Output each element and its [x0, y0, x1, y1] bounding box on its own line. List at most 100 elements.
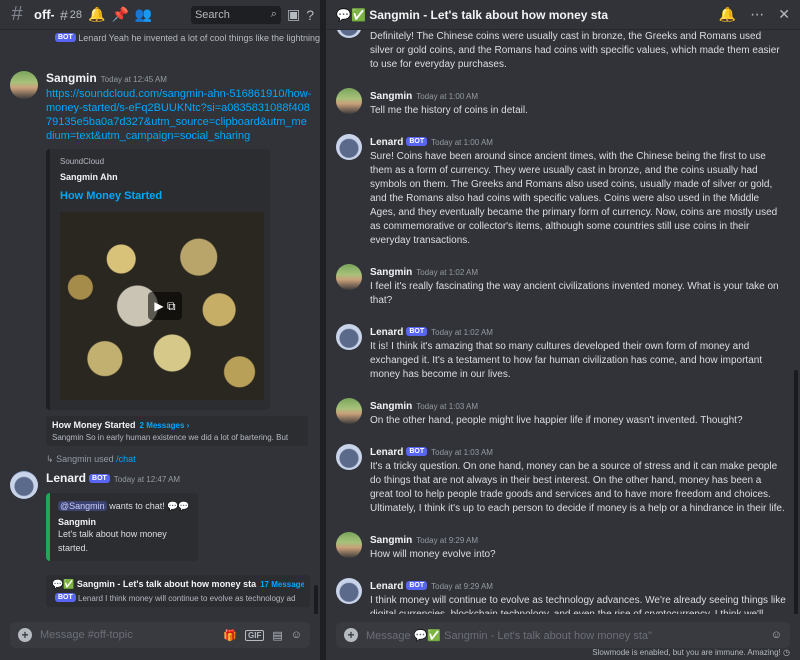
thread-message: Sangmin Today at 9:29 AM How will money ev… — [326, 530, 800, 562]
embed-author[interactable]: Sangmin Ahn — [60, 172, 260, 182]
thread-message: Lenard BOT Today at 1:02 AM It is! I think … — [326, 322, 800, 382]
scrollbar[interactable] — [314, 585, 318, 614]
avatar[interactable] — [336, 264, 362, 290]
avatar[interactable] — [10, 71, 38, 99]
message-text: On the other hand, people might live hap… — [370, 415, 743, 426]
thread-last-message: BOT Lenard I think money will continue t… — [52, 593, 304, 603]
avatar[interactable] — [336, 88, 362, 114]
embed-title[interactable]: How Money Started — [60, 190, 260, 202]
message-timestamp: Today at 1:00 AM — [431, 138, 493, 147]
message-list[interactable]: BOT Lenard Yeah he invented a lot of coo… — [0, 30, 320, 614]
bot-badge: BOT — [406, 581, 428, 590]
inbox-icon[interactable]: ▣ — [287, 6, 300, 23]
avatar[interactable] — [336, 444, 362, 470]
sticker-icon[interactable]: ▤ — [272, 629, 282, 642]
message-timestamp: Today at 1:02 AM — [416, 268, 479, 277]
message-composer[interactable]: + Message #off-topic 🎁 GIF ▤ ☺ — [10, 622, 310, 648]
avatar[interactable] — [336, 324, 362, 350]
message-author[interactable]: Lenard — [370, 447, 403, 458]
play-icon[interactable]: ▶ ⧉ — [148, 292, 182, 320]
help-icon[interactable]: ? — [306, 7, 314, 23]
message-continued: Definitely! The Chinese coins were usual… — [326, 30, 800, 72]
more-icon[interactable]: ⋯ — [750, 6, 764, 23]
user-mention[interactable]: @Sangmin — [58, 501, 107, 511]
avatar[interactable] — [10, 471, 38, 499]
reply-snippet[interactable]: BOT Lenard Yeah he invented a lot of coo… — [0, 33, 320, 49]
thread-message-input[interactable]: Message 💬✅ Sangmin - Let's talk about ho… — [366, 629, 763, 642]
gift-icon[interactable]: 🎁 — [223, 629, 237, 642]
message-timestamp: Today at 12:45 AM — [100, 75, 167, 84]
pin-icon[interactable]: 📌 — [111, 6, 128, 23]
message-timestamp: Today at 12:47 AM — [113, 475, 181, 484]
thread-message: Lenard BOT Today at 1:00 AM Sure! Coins hav… — [326, 132, 800, 248]
system-action: used — [94, 454, 114, 464]
message-timestamp: Today at 9:29 AM — [416, 536, 479, 545]
embed-thumbnail-coins[interactable]: ▶ ⧉ — [60, 212, 264, 400]
emoji-icon[interactable]: ☺ — [771, 629, 782, 641]
clock-icon: ◷ — [783, 648, 790, 657]
message-text: Sure! Coins have been around since ancie… — [370, 151, 778, 246]
message-author[interactable]: Sangmin — [370, 91, 412, 102]
avatar[interactable] — [336, 532, 362, 558]
thread-message: Sangmin Today at 1:02 AM I feel it's reall… — [326, 262, 800, 308]
discord-window: # off-t #28 🔔 📌 👥 Search ⌕ ▣ ? BOT Lenard… — [0, 0, 800, 660]
thread-message: Sangmin Today at 1:00 AM Tell me the histo… — [326, 86, 800, 118]
bot-badge: BOT — [406, 137, 428, 146]
add-attachment-icon[interactable]: + — [18, 628, 32, 642]
avatar[interactable] — [336, 30, 362, 38]
channel-name: off-t — [34, 7, 54, 22]
scrollbar[interactable] — [794, 370, 798, 614]
thread-message-list[interactable]: Definitely! The Chinese coins were usual… — [326, 30, 800, 614]
message-timestamp: Today at 1:02 AM — [431, 328, 493, 337]
message-text: Definitely! The Chinese coins were usual… — [370, 31, 780, 70]
bot-badge: BOT — [89, 474, 110, 483]
members-icon[interactable]: 👥 — [135, 6, 152, 23]
thread-title: How Money Started — [52, 420, 136, 430]
slowmode-notice: Slowmode is enabled, but you are immune.… — [592, 648, 790, 657]
message-author[interactable]: Lenard — [46, 471, 86, 485]
gif-icon[interactable]: GIF — [245, 629, 265, 641]
message-timestamp: Today at 1:03 AM — [416, 402, 479, 411]
message-author[interactable]: Lenard — [370, 137, 403, 148]
thread-count[interactable]: 2 Messages › — [140, 421, 190, 430]
bot-badge: BOT — [406, 447, 428, 456]
message-author[interactable]: Sangmin — [46, 71, 97, 85]
slowmode-text: Slowmode is enabled, but you are immune.… — [592, 648, 781, 657]
avatar[interactable] — [336, 398, 362, 424]
snippet-text: Yeah he invented a lot of cool things li… — [108, 33, 320, 43]
message-author[interactable]: Lenard — [370, 327, 403, 338]
search-input[interactable]: Search ⌕ — [190, 5, 281, 24]
avatar[interactable] — [336, 578, 362, 604]
thread-count[interactable]: 17 Messages › — [260, 580, 304, 589]
thread-message-composer[interactable]: + Message 💬✅ Sangmin - Let's talk about … — [336, 622, 790, 648]
soundcloud-embed: SoundCloud Sangmin Ahn How Money Started… — [46, 149, 270, 410]
message-text: How will money evolve into? — [370, 549, 496, 560]
message-text: Tell me the history of coins in detail. — [370, 105, 528, 116]
message-author[interactable]: Sangmin — [370, 267, 412, 278]
soundcloud-link[interactable]: https://soundcloud.com/sangmin-ahn-51686… — [46, 87, 312, 143]
message-timestamp: Today at 1:00 AM — [416, 92, 479, 101]
system-command-line: ↳ Sangmin used /chat — [0, 454, 320, 465]
search-placeholder: Search — [194, 8, 230, 21]
emoji-icon[interactable]: ☺ — [291, 629, 302, 641]
threads-button[interactable]: #28 — [60, 7, 82, 23]
avatar[interactable] — [336, 134, 362, 160]
bot-badge: BOT — [406, 327, 428, 336]
channel-header: # off-t #28 🔔 📌 👥 Search ⌕ ▣ ? — [0, 0, 320, 30]
thread-preview[interactable]: 💬✅ Sangmin - Let's talk about how money … — [46, 575, 310, 607]
system-user[interactable]: Sangmin — [56, 454, 92, 464]
message-author[interactable]: Lenard — [370, 581, 403, 592]
message-input[interactable]: Message #off-topic — [40, 629, 215, 641]
thread-preview[interactable]: How Money Started 2 Messages › Sangmin So… — [46, 416, 308, 446]
add-attachment-icon[interactable]: + — [344, 628, 358, 642]
bell-icon[interactable]: 🔔 — [719, 6, 736, 23]
message-text: It's a tricky question. On one hand, mon… — [370, 461, 785, 514]
thread-message: Sangmin Today at 1:03 AM On the other hand… — [326, 396, 800, 428]
reply-icon: ↳ — [46, 454, 54, 464]
message-author[interactable]: Sangmin — [370, 535, 412, 546]
message-author[interactable]: Sangmin — [370, 401, 412, 412]
bell-icon[interactable]: 🔔 — [88, 6, 105, 23]
close-icon[interactable]: ✕ — [778, 6, 790, 23]
system-command[interactable]: /chat — [116, 454, 136, 464]
embed-field-topic: Let's talk about how money started. — [58, 529, 167, 553]
